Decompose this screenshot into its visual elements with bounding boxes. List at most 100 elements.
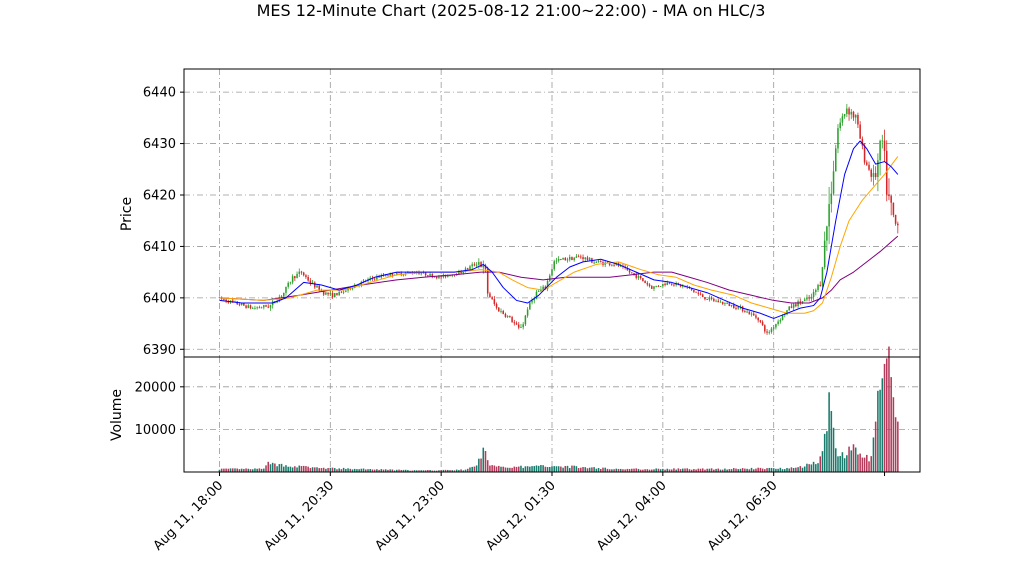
price-axis-label: Price [119, 197, 135, 231]
candle-body [863, 145, 866, 163]
candle-body [238, 304, 241, 306]
volume-bar [846, 455, 848, 472]
candle-body [704, 297, 706, 300]
volume-bar [338, 468, 340, 472]
candle-body [520, 327, 522, 328]
price-tick-label: 6430 [143, 137, 176, 152]
candle-body [298, 271, 301, 274]
candle-body [728, 303, 731, 306]
volume-bar [276, 466, 278, 472]
candle-body [593, 262, 595, 264]
candle-body [427, 275, 429, 277]
candle-body [307, 277, 309, 281]
candle-body [792, 304, 795, 308]
volume-bar [772, 468, 775, 472]
candle-body [726, 303, 728, 304]
candle-body [695, 291, 697, 293]
candle-body [892, 202, 895, 215]
candle-body [573, 257, 575, 261]
volume-bar [531, 466, 533, 472]
volume-bar [298, 465, 301, 472]
volume-bar [830, 411, 833, 472]
candle-body [258, 307, 261, 309]
candle-body [473, 264, 476, 266]
candle-body [637, 275, 640, 278]
candle-body [748, 311, 751, 315]
volume-bar [870, 456, 873, 472]
chart-svg: 6390 6400 6410 6420 6430 6440 Price 10000 2000… [109, 68, 921, 554]
candle-body [256, 307, 258, 309]
candle-body [325, 292, 327, 295]
candle-body [897, 223, 899, 226]
volume-bar [551, 466, 553, 472]
candle-body [668, 282, 671, 284]
candle-body [478, 262, 480, 265]
candle-body [387, 275, 389, 277]
candle-body [812, 292, 815, 297]
candle-body [564, 257, 567, 261]
volume-bar [316, 467, 318, 472]
price-tick-label: 6400 [143, 291, 176, 306]
volume-bar [285, 465, 287, 472]
candle-body [513, 322, 516, 324]
volume-y-ticks: 10000 20000 [135, 380, 184, 438]
candle-body [721, 301, 724, 304]
candle-body [462, 271, 465, 274]
volume-bar [526, 466, 529, 472]
candle-body [810, 296, 813, 299]
candle-body [650, 286, 653, 289]
volume-bar [506, 467, 509, 472]
candle-body [764, 325, 766, 332]
volume-bar [604, 467, 606, 472]
volume-bar [529, 466, 531, 472]
volume-bar [597, 467, 600, 472]
candle-body [761, 321, 764, 326]
volume-bar [602, 467, 604, 472]
volume-bar [533, 466, 536, 472]
candle-body [500, 310, 502, 312]
candle-body [766, 331, 768, 333]
volume-bar [307, 466, 309, 472]
volume-bar [839, 456, 841, 472]
volume-bar [684, 468, 686, 472]
volume-bar [673, 468, 675, 472]
candle-body [296, 273, 298, 279]
volume-bar [469, 467, 471, 472]
candle-body [779, 320, 782, 322]
volume-bar [892, 397, 895, 472]
volume-bar [491, 465, 493, 472]
volume-bar [300, 466, 303, 472]
volume-bar [655, 468, 657, 472]
volume-axis-label: Volume [109, 389, 125, 441]
volume-bar [854, 447, 857, 472]
volume-gridlines [184, 357, 920, 472]
volume-bar [302, 465, 305, 472]
volume-bar [546, 467, 549, 472]
volume-bar [524, 466, 527, 472]
candle-body [870, 169, 873, 177]
candle-body [757, 317, 759, 321]
candle-body [549, 275, 551, 281]
volume-bar [560, 466, 562, 472]
candle-body [265, 305, 267, 307]
volume-bar [473, 466, 476, 472]
volume-bar [879, 389, 881, 472]
volume-bar [635, 468, 638, 472]
volume-bar [296, 467, 298, 472]
candle-body [582, 257, 584, 260]
candle-body [438, 276, 440, 279]
volume-bar [861, 457, 864, 472]
volume-bar [309, 468, 312, 472]
volume-bar [517, 466, 520, 472]
volume-bar [287, 466, 289, 472]
candle-body [750, 313, 753, 315]
x-tick-label: Aug 12, 01:30 [483, 478, 559, 554]
candle-body [746, 311, 748, 313]
volume-bar [327, 468, 329, 472]
candle-body [580, 256, 582, 258]
candle-body [701, 294, 704, 298]
volume-bar [724, 468, 726, 472]
volume-bar [555, 466, 558, 472]
candle-body [568, 257, 571, 260]
candle-body [314, 282, 316, 288]
